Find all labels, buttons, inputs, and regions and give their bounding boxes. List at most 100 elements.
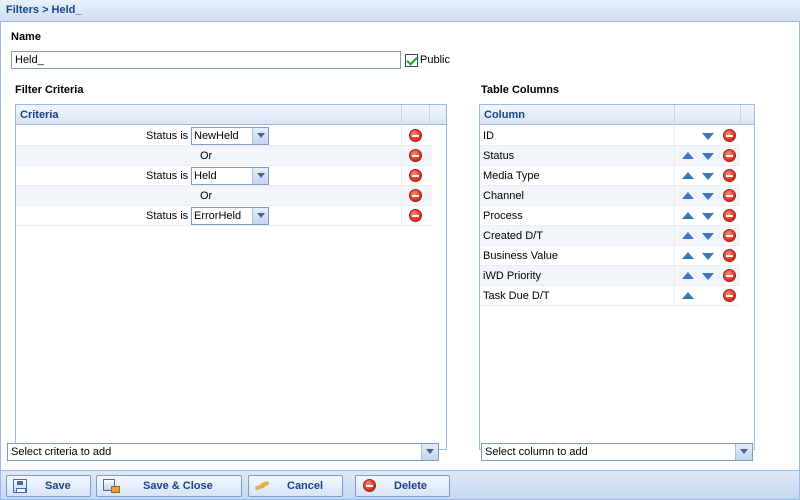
remove-column-button[interactable] xyxy=(723,269,736,282)
arrow-down-icon[interactable] xyxy=(702,193,714,200)
column-row: Business Value xyxy=(480,246,740,266)
bottom-toolbar: Save Save & Close Cancel Delete xyxy=(0,470,800,500)
remove-criteria-button[interactable] xyxy=(409,189,422,202)
column-row: iWD Priority xyxy=(480,266,740,286)
criteria-value-text: Held xyxy=(194,170,217,182)
column-row: Process xyxy=(480,206,740,226)
name-input[interactable] xyxy=(11,51,401,69)
arrow-up-icon[interactable] xyxy=(682,152,694,159)
arrow-down-icon[interactable] xyxy=(702,173,714,180)
arrow-up-icon[interactable] xyxy=(682,252,694,259)
chevron-down-icon xyxy=(252,128,268,144)
column-row: Status xyxy=(480,146,740,166)
arrow-up-icon[interactable] xyxy=(682,172,694,179)
table-columns-label: Table Columns xyxy=(481,84,560,96)
criteria-value-text: NewHeld xyxy=(194,130,239,142)
chevron-down-icon[interactable] xyxy=(735,444,752,460)
remove-column-button[interactable] xyxy=(723,189,736,202)
criteria-field-label: Status is xyxy=(146,130,189,142)
criteria-value-select[interactable]: Held xyxy=(191,167,269,185)
chevron-down-icon[interactable] xyxy=(421,444,438,460)
filter-criteria-label: Filter Criteria xyxy=(15,84,84,96)
disk-icon xyxy=(13,479,27,493)
add-column-placeholder: Select column to add xyxy=(485,446,588,458)
column-name: Status xyxy=(483,150,515,162)
arrow-down-icon[interactable] xyxy=(702,253,714,260)
remove-column-button[interactable] xyxy=(723,229,736,242)
column-row: ID xyxy=(480,126,740,146)
save-close-button-label: Save & Close xyxy=(143,480,213,492)
remove-column-button[interactable] xyxy=(723,249,736,262)
remove-column-button[interactable] xyxy=(723,289,736,302)
add-criteria-select[interactable]: Select criteria to add xyxy=(7,443,439,461)
criteria-value-text: ErrorHeld xyxy=(194,210,242,222)
breadcrumb: Filters > Held_ xyxy=(6,4,82,16)
criteria-value-select[interactable]: ErrorHeld xyxy=(191,207,269,225)
remove-column-button[interactable] xyxy=(723,129,736,142)
column-row: Task Due D/T xyxy=(480,286,740,306)
arrow-down-icon[interactable] xyxy=(702,233,714,240)
add-criteria-placeholder: Select criteria to add xyxy=(11,446,112,458)
chevron-down-icon xyxy=(252,168,268,184)
criteria-value-select[interactable]: NewHeld xyxy=(191,127,269,145)
column-name: Media Type xyxy=(483,170,540,182)
arrow-down-icon[interactable] xyxy=(702,153,714,160)
criteria-row: Or xyxy=(16,146,432,166)
public-checkbox[interactable] xyxy=(405,53,418,67)
arrow-down-icon[interactable] xyxy=(702,273,714,280)
column-row: Media Type xyxy=(480,166,740,186)
column-name: Business Value xyxy=(483,250,559,262)
add-column-select[interactable]: Select column to add xyxy=(481,443,753,461)
criteria-field-label: Status is xyxy=(146,210,189,222)
criteria-operator: Or xyxy=(200,150,213,162)
save-button-label: Save xyxy=(45,480,71,492)
delete-button-label: Delete xyxy=(394,480,428,492)
arrow-up-icon[interactable] xyxy=(682,232,694,239)
columns-grid-header: Column xyxy=(480,105,754,125)
criteria-grid-header: Criteria xyxy=(16,105,446,125)
arrow-up-icon[interactable] xyxy=(682,212,694,219)
remove-criteria-button[interactable] xyxy=(409,149,422,162)
cancel-arrow-icon xyxy=(255,479,269,493)
criteria-row: Status is ErrorHeld xyxy=(16,206,432,226)
chevron-down-icon xyxy=(252,208,268,224)
arrow-up-icon[interactable] xyxy=(682,292,694,299)
delete-button[interactable]: Delete xyxy=(355,475,450,497)
columns-grid: Column ID Status Media Type Channel Proc… xyxy=(479,104,755,450)
remove-criteria-button[interactable] xyxy=(409,169,422,182)
column-name: ID xyxy=(483,130,494,142)
arrow-up-icon[interactable] xyxy=(682,192,694,199)
arrow-down-icon[interactable] xyxy=(702,133,714,140)
column-name: iWD Priority xyxy=(483,270,542,282)
save-close-button[interactable]: Save & Close xyxy=(96,475,242,497)
criteria-field-label: Status is xyxy=(146,170,189,182)
disk-close-icon xyxy=(103,479,120,493)
column-name: Task Due D/T xyxy=(483,290,550,302)
criteria-grid: Criteria Status is NewHeld Or Status is … xyxy=(15,104,447,450)
arrow-up-icon[interactable] xyxy=(682,272,694,279)
column-name: Created D/T xyxy=(483,230,543,242)
remove-column-button[interactable] xyxy=(723,209,736,222)
public-label: Public xyxy=(420,54,450,66)
remove-column-button[interactable] xyxy=(723,169,736,182)
cancel-button[interactable]: Cancel xyxy=(248,475,343,497)
criteria-row: Or xyxy=(16,186,432,206)
column-row: Created D/T xyxy=(480,226,740,246)
cancel-button-label: Cancel xyxy=(287,480,324,492)
title-bar: Filters > Held_ xyxy=(0,0,800,22)
minus-circle-icon xyxy=(363,479,376,492)
name-label: Name xyxy=(11,31,41,43)
remove-criteria-button[interactable] xyxy=(409,129,422,142)
column-row: Channel xyxy=(480,186,740,206)
public-checkbox-wrap[interactable]: Public xyxy=(405,52,450,68)
remove-column-button[interactable] xyxy=(723,149,736,162)
column-name: Channel xyxy=(483,190,524,202)
remove-criteria-button[interactable] xyxy=(409,209,422,222)
column-column-header: Column xyxy=(484,109,525,121)
arrow-down-icon[interactable] xyxy=(702,213,714,220)
criteria-row: Status is NewHeld xyxy=(16,126,432,146)
column-name: Process xyxy=(483,210,523,222)
save-button[interactable]: Save xyxy=(6,475,91,497)
criteria-column-header: Criteria xyxy=(20,109,59,121)
filter-editor: Name Public Filter Criteria Table Column… xyxy=(0,22,800,470)
